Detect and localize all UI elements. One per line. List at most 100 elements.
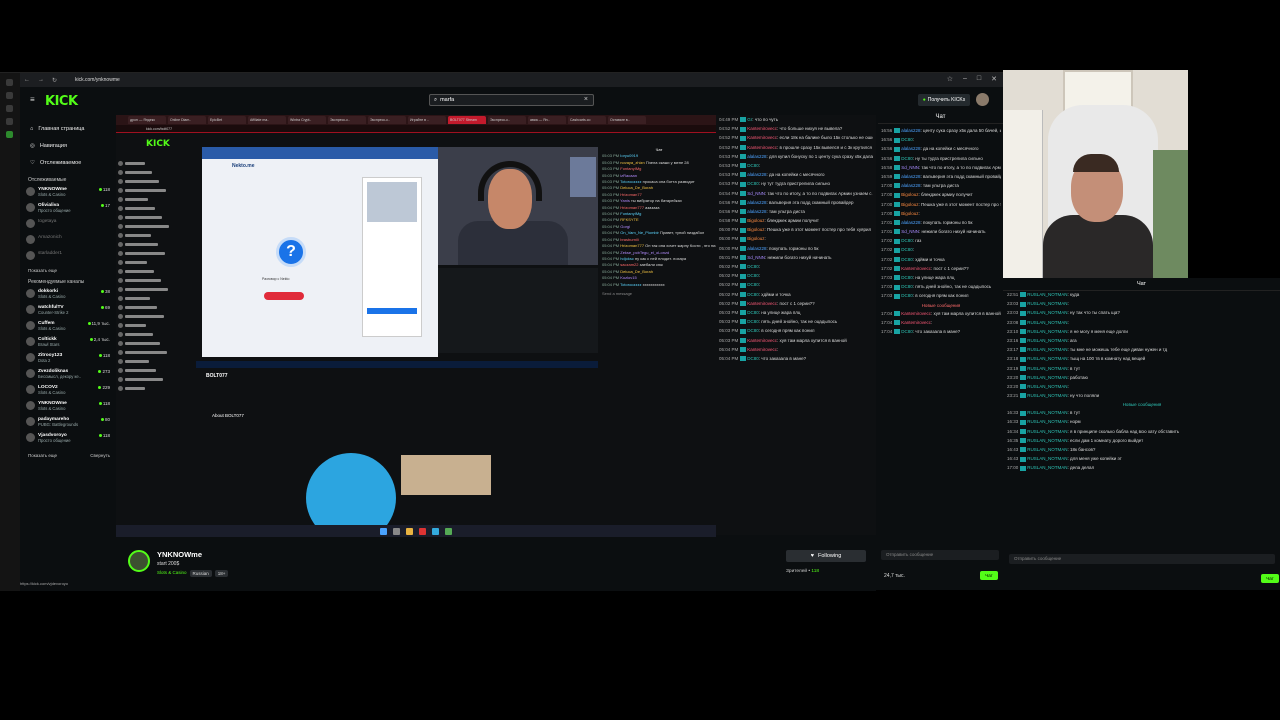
os-app-icon[interactable] [6, 105, 13, 112]
msg-user[interactable]: alalas228 [901, 183, 920, 188]
msg-user[interactable]: RUSLAN_NOTMAN [1027, 438, 1067, 443]
msg-user[interactable]: RUSLAN_NOTMAN [1027, 310, 1067, 315]
msg-user[interactable]: Sd_NNN [747, 191, 765, 196]
msg-user[interactable]: DC80 [901, 238, 913, 243]
language-tag[interactable]: Russian [189, 570, 212, 577]
os-app-icon[interactable] [6, 131, 13, 138]
msg-user[interactable]: DC80 [901, 257, 913, 262]
msg-user[interactable]: RUSLAN_NOTMAN [1027, 320, 1067, 325]
sidebar-nav-item[interactable]: ◎ Навигация [30, 143, 110, 149]
msg-user[interactable]: Kantemirovecc [901, 311, 931, 316]
msg-user[interactable]: Kantemirovecc [901, 320, 931, 325]
sidebar-channel[interactable]: padaymareho PUBG: Battlegrounds 80 [26, 417, 110, 430]
msg-user[interactable]: RUSLAN_NOTMAN [1027, 419, 1067, 424]
msg-user[interactable]: DC80 [901, 284, 913, 289]
forward-icon[interactable]: → [38, 77, 44, 83]
search-input[interactable]: ⌕ marfa × [429, 94, 594, 106]
sidebar-channel[interactable]: Vjasdvoroyo Просто общение 118 [26, 433, 110, 446]
msg-user[interactable]: alalas228 [747, 209, 766, 214]
msg-user[interactable]: alalas228 [747, 246, 766, 251]
sidebar-channel[interactable]: YNKNOWme Slots & Casino 118 [26, 401, 110, 414]
channel-name[interactable]: YNKNOWme [157, 550, 202, 559]
channel-avatar[interactable] [128, 550, 150, 572]
msg-user[interactable]: Kantemirovecc [747, 347, 777, 352]
msg-user[interactable]: Bigolouz [747, 227, 764, 232]
msg-user[interactable]: Bigolouz [747, 218, 764, 223]
msg-user[interactable]: Bigolouz [901, 211, 918, 216]
clear-search-icon[interactable]: × [584, 96, 588, 103]
sidebar-nav-item[interactable]: ⌂ Главная страница [30, 126, 110, 132]
msg-user[interactable]: Kantemirovecc [747, 145, 777, 150]
sidebar-channel[interactable]: Amazonich [26, 235, 110, 248]
msg-user[interactable]: alalas228 [747, 154, 766, 159]
msg-user[interactable]: DC80 [747, 356, 759, 361]
category-link[interactable]: Slots & Casino [157, 570, 187, 577]
sidebar-channel[interactable]: LOCOV2 Slots & Casino 229 [26, 385, 110, 398]
msg-user[interactable]: DC80 [747, 319, 759, 324]
msg-user[interactable]: DC80 [747, 328, 759, 333]
msg-user[interactable]: Bigolouz [901, 202, 918, 207]
sidebar-channel[interactable]: YNKNOWme Slots & Casino 118 [26, 187, 110, 200]
sidebar-channel[interactable]: dokkorki Slots & Casino 38 [26, 289, 110, 302]
msg-user[interactable]: Sd_NNN [901, 229, 919, 234]
sidebar-channel[interactable]: Olivialiva Просто общение 17 [26, 203, 110, 216]
msg-user[interactable]: Bigolouz [747, 236, 764, 241]
sidebar-channel[interactable]: Cuffem Slots & Casino 11,9 тыс. [26, 321, 110, 334]
star-icon[interactable]: ☆ [947, 75, 953, 83]
msg-user[interactable]: DC80 [901, 329, 913, 334]
msg-user[interactable]: RUSLAN_NOTMAN [1027, 393, 1067, 398]
chat3-send-button[interactable]: Чат [1261, 574, 1279, 583]
msg-user[interactable]: RUSLAN_NOTMAN [1027, 301, 1067, 306]
msg-user[interactable]: Kantemirovecc [747, 126, 777, 131]
msg-user[interactable]: DC80 [747, 264, 759, 269]
msg-user[interactable]: RUSLAN_NOTMAN [1027, 384, 1067, 389]
chat3-send-input[interactable]: Отправить сообщение [1009, 554, 1275, 564]
msg-user[interactable]: RUSLAN_NOTMAN [1027, 465, 1067, 470]
msg-user[interactable]: RUSLAN_NOTMAN [1027, 292, 1067, 297]
msg-user[interactable]: DC80 [747, 273, 759, 278]
minimize-icon[interactable]: – [963, 75, 967, 83]
msg-user[interactable]: DC80 [901, 293, 913, 298]
menu-icon[interactable]: ≡ [30, 95, 35, 104]
msg-user[interactable]: Bigolouz [901, 192, 918, 197]
sidebar-channel[interactable]: watchfulTV Counter-Strike 2 69 [26, 305, 110, 318]
sidebar-channel[interactable]: togetaya [26, 219, 110, 232]
msg-user[interactable]: alalas228 [901, 220, 920, 225]
url-text[interactable]: kick.com/ynknowme [75, 77, 120, 83]
msg-user[interactable]: DC80 [901, 137, 913, 142]
sidebar-channel[interactable]: Zitrooy123 Dota 2 118 [26, 353, 110, 366]
msg-user[interactable]: DC80 [747, 181, 759, 186]
msg-user[interactable]: alalas228 [747, 200, 766, 205]
msg-user[interactable]: DC80 [901, 275, 913, 280]
sidebar-channel[interactable]: Coltickk Brawl Stars 2,4 тыс. [26, 337, 110, 350]
msg-user[interactable]: RUSLAN_NOTMAN [1027, 375, 1067, 380]
msg-user[interactable]: alalas228 [901, 128, 920, 133]
msg-user[interactable]: RUSLAN_NOTMAN [1027, 429, 1067, 434]
reload-icon[interactable]: ↻ [52, 77, 57, 84]
os-app-icon[interactable] [6, 79, 13, 86]
msg-user[interactable]: Kantemirovecc [747, 301, 777, 306]
msg-user[interactable]: DC80 [747, 292, 759, 297]
msg-user[interactable]: RUSLAN_NOTMAN [1027, 366, 1067, 371]
msg-user[interactable]: RUSLAN_NOTMAN [1027, 410, 1067, 415]
msg-user[interactable]: alalas228 [901, 146, 920, 151]
maximize-icon[interactable]: □ [977, 75, 981, 83]
msg-user[interactable]: DC80 [901, 247, 913, 252]
msg-user[interactable]: Sd_NNN [747, 255, 765, 260]
kick-logo[interactable]: KICK [45, 94, 78, 109]
msg-user[interactable]: RUSLAN_NOTMAN [1027, 456, 1067, 461]
msg-user[interactable]: alalas228 [747, 172, 766, 177]
get-kicks-button[interactable]: ● Получить KICKs [918, 94, 970, 106]
sidebar-nav-item[interactable]: ♡ Отслеживаемое [30, 160, 110, 166]
user-avatar[interactable] [976, 93, 989, 106]
chat2-send-input[interactable]: Отправить сообщение [881, 550, 999, 560]
msg-user[interactable]: Kantemirovecc [901, 266, 931, 271]
msg-user[interactable]: Sd_NNN [901, 165, 919, 170]
chat2-send-button[interactable]: Чат [980, 571, 998, 580]
show-more-link-2[interactable]: Показать еще [28, 453, 57, 458]
msg-user[interactable]: RUSLAN_NOTMAN [1027, 329, 1067, 334]
following-button[interactable]: ♥ Following [786, 550, 866, 562]
sidebar-channel[interactable]: starladder1 [26, 251, 110, 264]
msg-user[interactable]: RUSLAN_NOTMAN [1027, 347, 1067, 352]
show-more-link[interactable]: Показать еще [28, 268, 110, 273]
